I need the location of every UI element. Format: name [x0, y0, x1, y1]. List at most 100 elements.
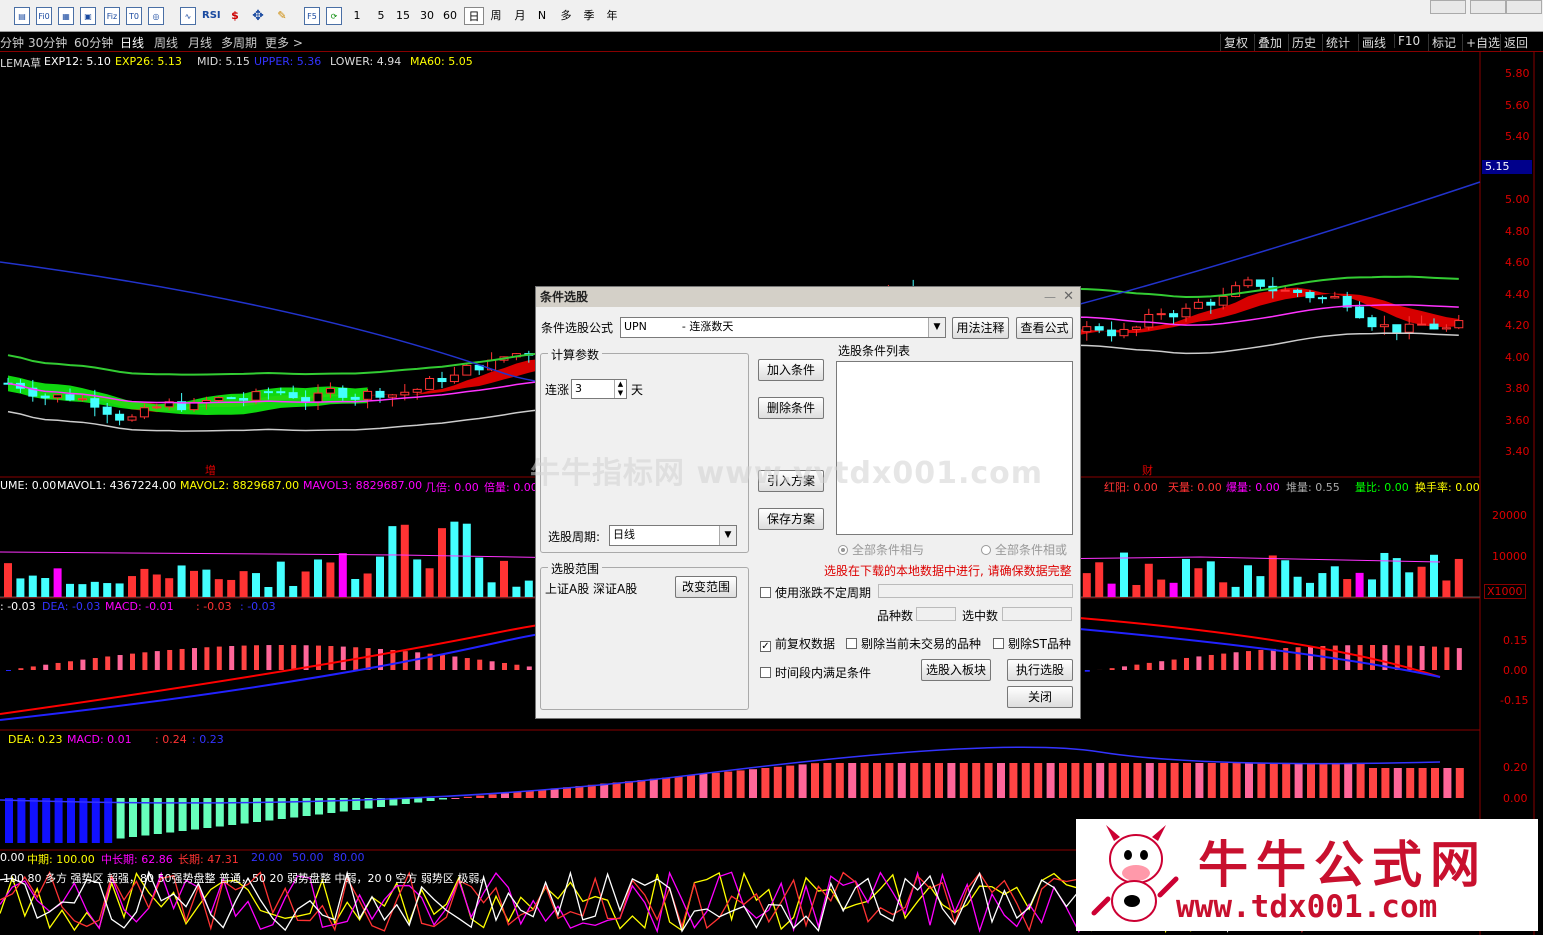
period-n[interactable]: N — [535, 7, 549, 25]
f10-icon[interactable]: Fi0 — [36, 7, 52, 25]
minimize-button[interactable] — [1430, 0, 1466, 14]
candle-body — [301, 397, 311, 403]
to-block-button[interactable]: 选股入板块 — [921, 659, 991, 681]
delete-condition-button[interactable]: 删除条件 — [758, 397, 824, 419]
macd2-bar — [1307, 763, 1315, 798]
chk-unfixed[interactable]: 使用涨跌不定周期 — [760, 584, 871, 601]
rsi-icon[interactable]: RSI — [202, 7, 221, 25]
tab-multi[interactable]: 多周期 — [221, 34, 257, 51]
chk-fq[interactable]: ✓ 前复权数据 — [760, 635, 835, 652]
volume-bar — [475, 557, 484, 597]
period-month[interactable]: 月 — [512, 7, 528, 25]
save-plan-button[interactable]: 保存方案 — [758, 508, 824, 530]
tab-60min[interactable]: 60分钟 — [74, 34, 113, 51]
macd2-bar — [724, 771, 733, 798]
close-button[interactable] — [1506, 0, 1542, 14]
refresh-icon[interactable]: ⟳ — [326, 7, 342, 25]
maximize-button[interactable] — [1470, 0, 1506, 14]
view-formula-button[interactable]: 查看公式 — [1016, 317, 1073, 339]
period-week[interactable]: 周 — [488, 7, 504, 25]
btn-addfav[interactable]: +自选 — [1462, 34, 1503, 51]
tab-day[interactable]: 日线 — [120, 34, 144, 51]
macd2-bar — [1009, 763, 1018, 798]
tab-more[interactable]: 更多 > — [265, 34, 303, 51]
btn-fq[interactable]: 复权 — [1220, 34, 1251, 51]
macd2-bar — [1455, 768, 1464, 798]
tab-week[interactable]: 周线 — [154, 34, 178, 51]
chevron-down-icon[interactable]: ▼ — [719, 526, 736, 545]
period-30[interactable]: 30 — [418, 7, 436, 25]
execute-button[interactable]: 执行选股 — [1007, 659, 1073, 681]
macd-bar — [167, 649, 173, 670]
candle-body — [139, 407, 149, 418]
volume-bar — [1157, 579, 1166, 597]
chart-icon[interactable]: ▤ — [14, 7, 30, 25]
chk-st[interactable]: 剔除ST品种 — [993, 635, 1071, 652]
indicator-icon[interactable]: ◎ — [148, 7, 164, 25]
btn-mark[interactable]: 标记 — [1428, 34, 1459, 51]
tab-minute[interactable]: 分钟 — [0, 34, 24, 51]
period-15[interactable]: 15 — [394, 7, 412, 25]
period-year[interactable]: 年 — [604, 7, 620, 25]
macd2-bar — [798, 764, 807, 798]
f5-icon[interactable]: F5 — [304, 7, 320, 25]
macd-bar — [526, 666, 532, 670]
t0-icon[interactable]: T0 — [126, 7, 142, 25]
add-condition-button[interactable]: 加入条件 — [758, 359, 824, 381]
file-icon[interactable]: ▦ — [58, 7, 74, 25]
macd2-bar — [302, 798, 311, 816]
period-60[interactable]: 60 — [441, 7, 459, 25]
brand-logo: 牛牛公式网 www.tdx001.com — [1076, 819, 1538, 931]
btn-back[interactable]: 返回 — [1500, 34, 1531, 51]
period-day[interactable]: 日 — [464, 7, 484, 25]
btn-draw[interactable]: 画线 — [1358, 34, 1389, 51]
marker-zeng: 增 — [205, 464, 216, 477]
change-scope-button[interactable]: 改变范围 — [675, 576, 737, 598]
macd2-bar — [265, 798, 274, 821]
pen-icon[interactable]: ✎ — [274, 7, 290, 25]
fiz-icon[interactable]: Fiz — [104, 7, 120, 25]
usage-button[interactable]: 用法注释 — [952, 317, 1009, 339]
close-dialog-button[interactable]: 关闭 — [1007, 686, 1073, 708]
volume-bar — [450, 521, 459, 597]
volume-bar — [326, 562, 335, 597]
period-1[interactable]: 1 — [350, 7, 364, 25]
volume-bar — [1306, 582, 1314, 597]
chevron-down-icon[interactable]: ▼ — [928, 318, 945, 337]
volume-bar — [1082, 573, 1091, 597]
btn-f10[interactable]: F10 — [1394, 34, 1423, 48]
chk-period[interactable]: 时间段内满足条件 — [760, 664, 871, 681]
indicator-icon[interactable]: ∿ — [180, 7, 196, 25]
macd-legend-e: : -0.03 — [240, 600, 276, 613]
macd-bar — [452, 656, 458, 670]
tab-month[interactable]: 月线 — [188, 34, 212, 51]
dialog-minimize-icon[interactable]: — — [1044, 290, 1056, 304]
period-season[interactable]: 季 — [581, 7, 597, 25]
btn-stat[interactable]: 统计 — [1322, 34, 1353, 51]
macd2-bar — [5, 798, 13, 843]
macd-bar — [291, 645, 297, 670]
period-multi[interactable]: 多 — [558, 7, 574, 25]
btn-history[interactable]: 历史 — [1288, 34, 1319, 51]
move-icon[interactable]: ✥ — [250, 7, 266, 25]
volume-bar — [190, 570, 198, 597]
macd2-bar — [439, 798, 447, 800]
chk-notrade[interactable]: 剔除当前未交易的品种 — [846, 635, 981, 652]
radio-and[interactable]: 全部条件相与 — [838, 541, 924, 558]
volume-bar — [177, 565, 186, 597]
formula-select[interactable]: UPN - 连涨数天 — [620, 317, 946, 338]
dialog-close-icon[interactable]: ✕ — [1063, 289, 1074, 304]
macd-bar — [92, 658, 98, 670]
doc-icon[interactable]: ▣ — [80, 7, 96, 25]
candle-body — [1156, 313, 1166, 316]
period-5[interactable]: 5 — [374, 7, 388, 25]
btn-overlay[interactable]: 叠加 — [1254, 34, 1285, 51]
tab-30min[interactable]: 30分钟 — [28, 34, 67, 51]
candle-body — [1429, 323, 1439, 330]
spinner-icon[interactable]: ▲ ▼ — [614, 380, 626, 398]
macd-bar — [1208, 654, 1214, 670]
macd2-bar — [1220, 763, 1229, 798]
dollar-icon[interactable]: $ — [228, 7, 242, 25]
period-select[interactable]: 日线 — [609, 525, 737, 546]
radio-or[interactable]: 全部条件相或 — [981, 541, 1067, 558]
